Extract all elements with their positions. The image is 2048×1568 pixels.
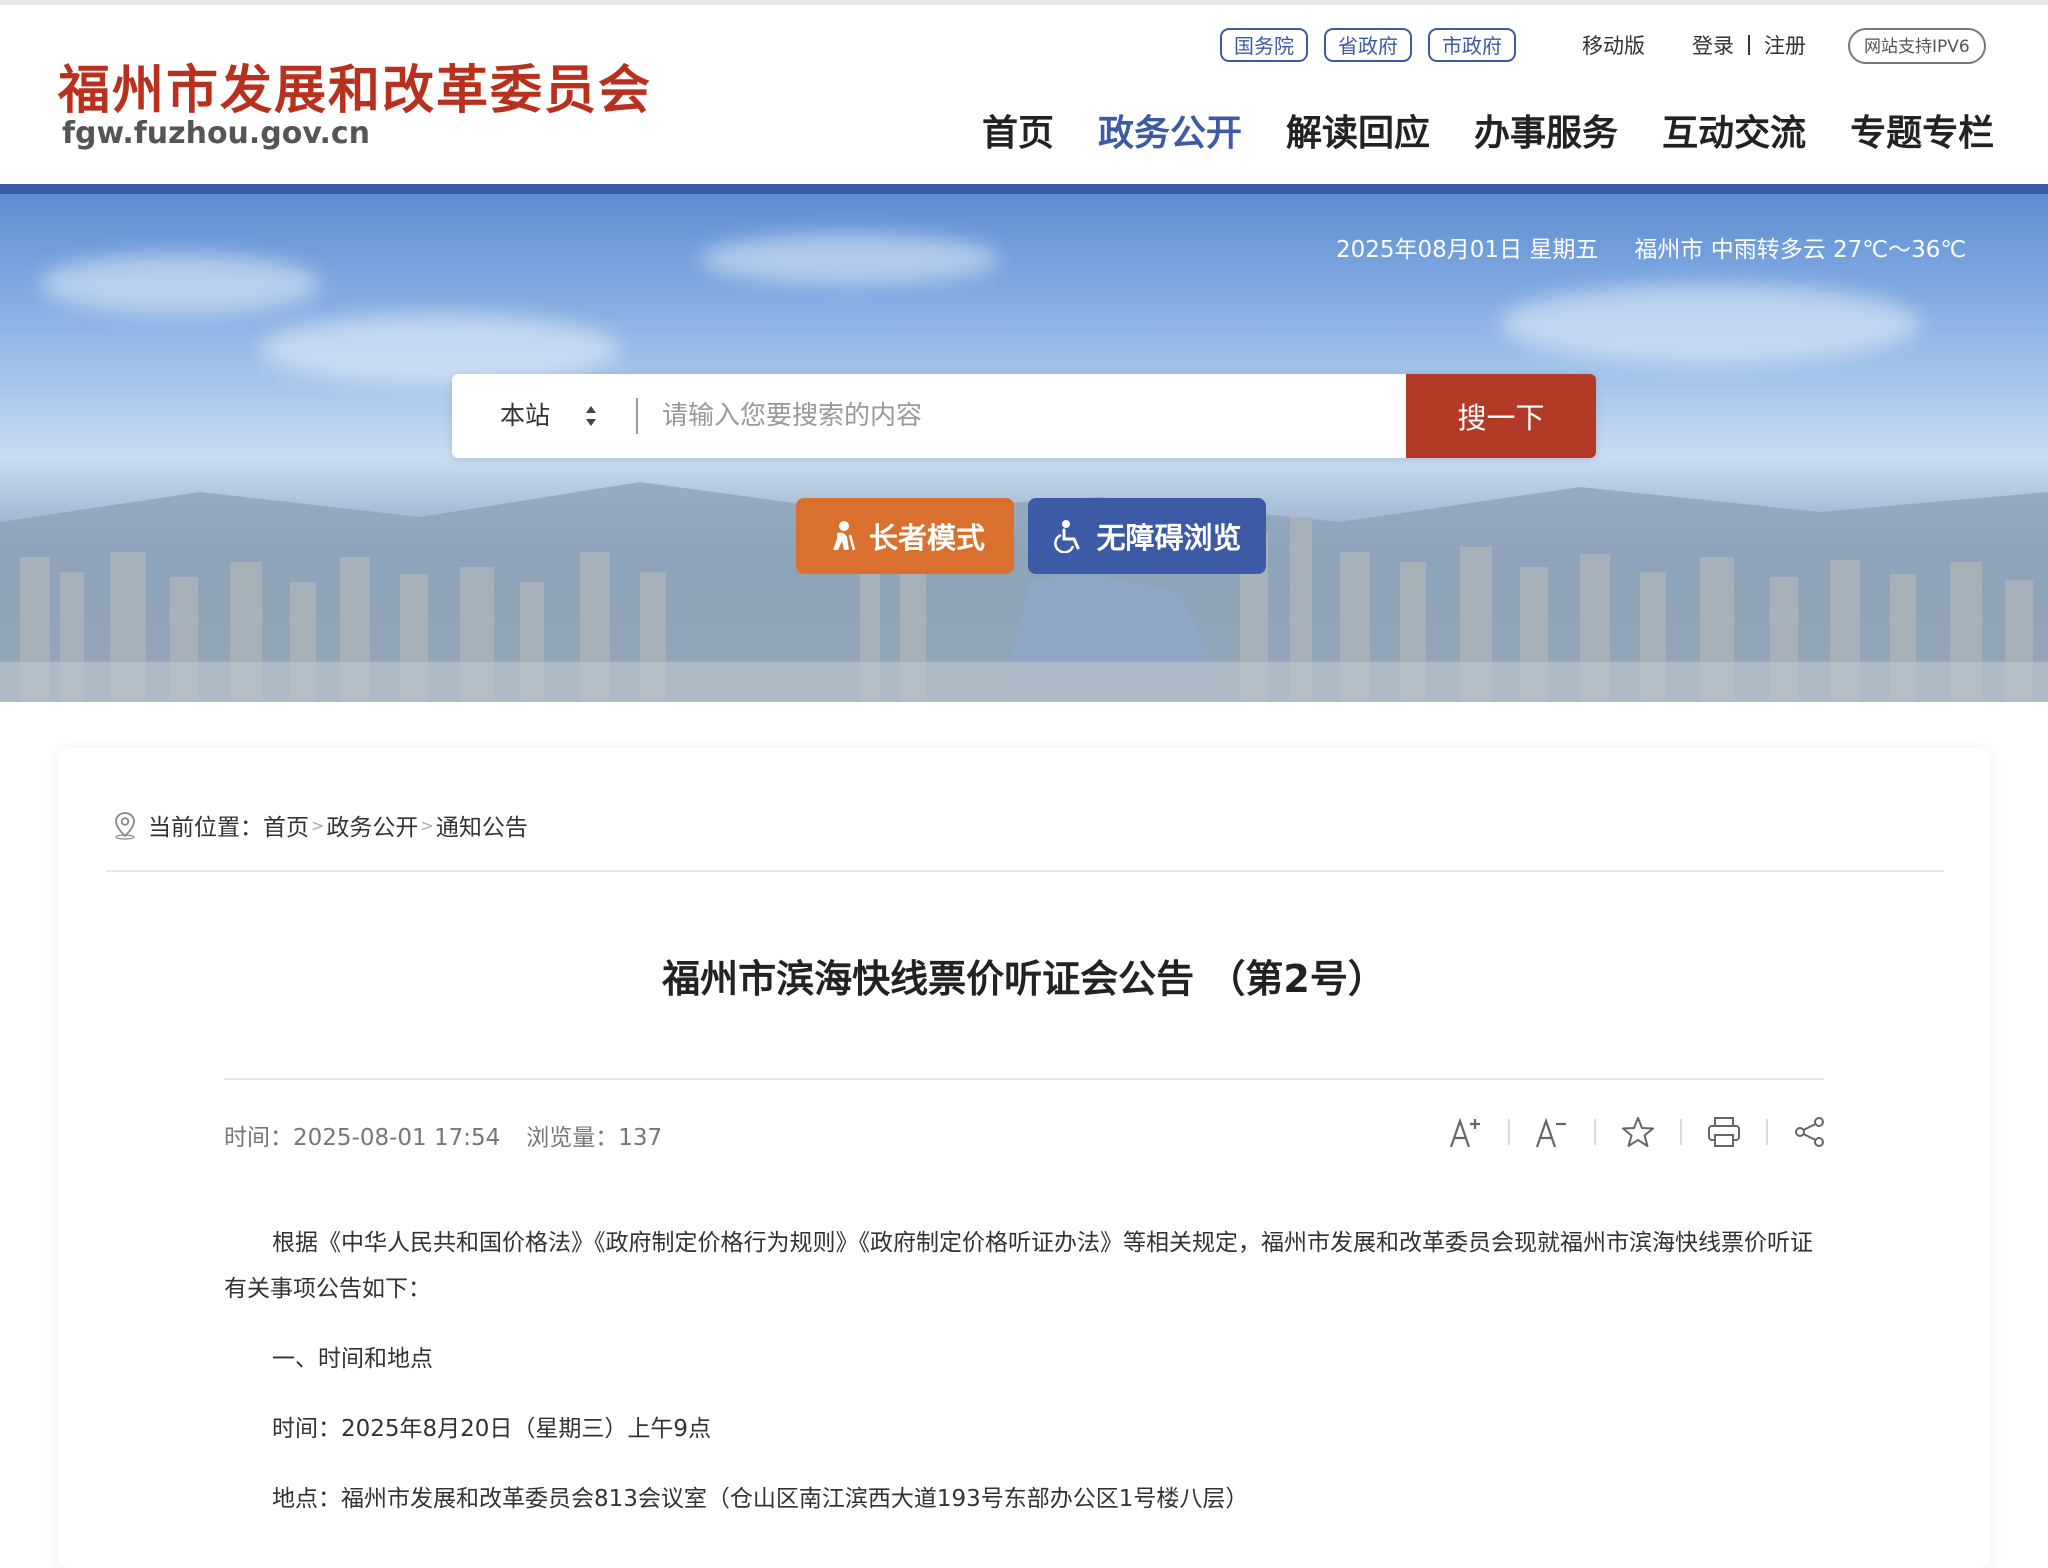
banner: 2025年08月01日 星期五福州市 中雨转多云 27℃～36℃ 本站 搜一下 …: [0, 194, 2048, 702]
breadcrumb-separator: >: [420, 815, 434, 835]
nav-item-gov-affairs[interactable]: 政务公开: [1098, 104, 1242, 156]
article-title: 福州市滨海快线票价听证会公告 （第2号）: [662, 957, 1386, 1001]
share-button[interactable]: [1788, 1112, 1832, 1152]
current-date: 2025年08月01日 星期五: [1336, 237, 1599, 263]
gov-link-state-council[interactable]: 国务院: [1220, 28, 1308, 62]
breadcrumb-separator: >: [311, 815, 325, 835]
top-border: [0, 0, 2048, 5]
auth-links: 登录 注册: [1692, 30, 1806, 60]
breadcrumb: 当前位置： 首页 > 政务公开 > 通知公告: [110, 808, 528, 842]
login-link[interactable]: 登录: [1692, 30, 1734, 60]
article-paragraph: 根据《中华人民共和国价格法》《政府制定价格行为规则》《政府制定价格听证办法》等相…: [224, 1230, 1813, 1302]
gov-link-province[interactable]: 省政府: [1324, 28, 1412, 62]
cloud: [700, 234, 1000, 284]
search-button[interactable]: 搜一下: [1406, 374, 1596, 458]
font-increase-icon: [1449, 1117, 1480, 1148]
publish-time-label: 时间：: [224, 1125, 293, 1151]
breadcrumb-gov-affairs[interactable]: 政务公开: [326, 808, 418, 842]
article-tools: [1444, 1112, 1832, 1152]
wheelchair-icon: [1054, 520, 1080, 553]
breadcrumb-label: 当前位置：: [148, 815, 263, 841]
font-increase-button[interactable]: [1444, 1112, 1488, 1152]
accessible-mode-label: 无障碍浏览: [1096, 521, 1242, 555]
search-input[interactable]: [662, 386, 1442, 446]
accessible-mode-button[interactable]: 无障碍浏览: [1028, 498, 1266, 574]
mobile-version-link[interactable]: 移动版: [1582, 30, 1645, 60]
gov-links: 国务院 省政府 市政府: [1220, 28, 1516, 62]
font-decrease-icon: [1535, 1117, 1566, 1148]
auth-separator: [1748, 35, 1750, 55]
elder-icon: [832, 521, 856, 551]
article-body: 根据《中华人民共和国价格法》《政府制定价格行为规则》《政府制定价格听证办法》等相…: [224, 1220, 1824, 1546]
search-box: 本站 搜一下: [452, 374, 1596, 458]
favorite-button[interactable]: [1616, 1112, 1660, 1152]
ipv6-badge: 网站支持IPV6: [1848, 28, 1986, 64]
print-button[interactable]: [1702, 1112, 1746, 1152]
cloud: [1500, 284, 1920, 364]
elder-mode-button[interactable]: 长者模式: [796, 498, 1014, 574]
publish-time: 2025-08-01 17:54: [293, 1125, 501, 1151]
share-icon: [1795, 1117, 1824, 1147]
search-divider: [636, 398, 638, 434]
breadcrumb-home[interactable]: 首页: [263, 808, 309, 842]
tool-separator: [1766, 1119, 1768, 1145]
select-arrows-icon[interactable]: [584, 403, 598, 429]
views-label: 浏览量：: [526, 1125, 619, 1151]
site-logo-title[interactable]: 福州市发展和改革委员会: [58, 48, 652, 123]
article-paragraph: 时间：2025年8月20日（星期三）上午9点: [272, 1416, 712, 1442]
article-meta: 时间：2025-08-01 17:54 浏览量：137: [224, 1118, 688, 1152]
breadcrumb-notices[interactable]: 通知公告: [436, 808, 528, 842]
tool-separator: [1594, 1119, 1596, 1145]
elder-mode-label: 长者模式: [868, 521, 985, 555]
nav-item-interpretation[interactable]: 解读回应: [1286, 104, 1430, 156]
gov-link-city[interactable]: 市政府: [1428, 28, 1516, 62]
article-paragraph: 地点：福州市发展和改革委员会813会议室（仓山区南江滨西大道193号东部办公区1…: [272, 1486, 1249, 1512]
breadcrumb-divider: [106, 870, 1944, 872]
nav-item-services[interactable]: 办事服务: [1474, 104, 1618, 156]
main-nav: 首页 政务公开 解读回应 办事服务 互动交流 专题专栏: [982, 104, 1994, 156]
weather-info: 福州市 中雨转多云 27℃～36℃: [1634, 237, 1967, 263]
cloud: [40, 254, 320, 314]
font-decrease-button[interactable]: [1530, 1112, 1574, 1152]
views-count: 137: [618, 1125, 663, 1151]
print-icon: [1708, 1117, 1740, 1147]
nav-item-home[interactable]: 首页: [982, 104, 1054, 156]
site-logo-domain[interactable]: fgw.fuzhou.gov.cn: [62, 116, 370, 151]
tool-separator: [1508, 1119, 1510, 1145]
location-icon: [115, 812, 135, 840]
tool-separator: [1680, 1119, 1682, 1145]
date-weather: 2025年08月01日 星期五 福州市 中雨转多云 27℃～36℃: [1336, 230, 1966, 264]
star-icon: [1622, 1117, 1654, 1147]
register-link[interactable]: 注册: [1764, 30, 1806, 60]
article-card: 当前位置： 首页 > 政务公开 > 通知公告 福州市滨海快线票价听证会公告 （第…: [58, 748, 1990, 1568]
article-paragraph: 一、时间和地点: [272, 1346, 433, 1372]
search-scope-select[interactable]: 本站: [500, 374, 550, 458]
site-header: 福州市发展和改革委员会 fgw.fuzhou.gov.cn 国务院 省政府 市政…: [0, 0, 2048, 184]
nav-underline-bar: [0, 184, 2048, 194]
nav-item-interaction[interactable]: 互动交流: [1662, 104, 1806, 156]
city-skyline: [0, 482, 2048, 702]
title-divider: [224, 1078, 1824, 1080]
nav-item-topics[interactable]: 专题专栏: [1850, 104, 1994, 156]
